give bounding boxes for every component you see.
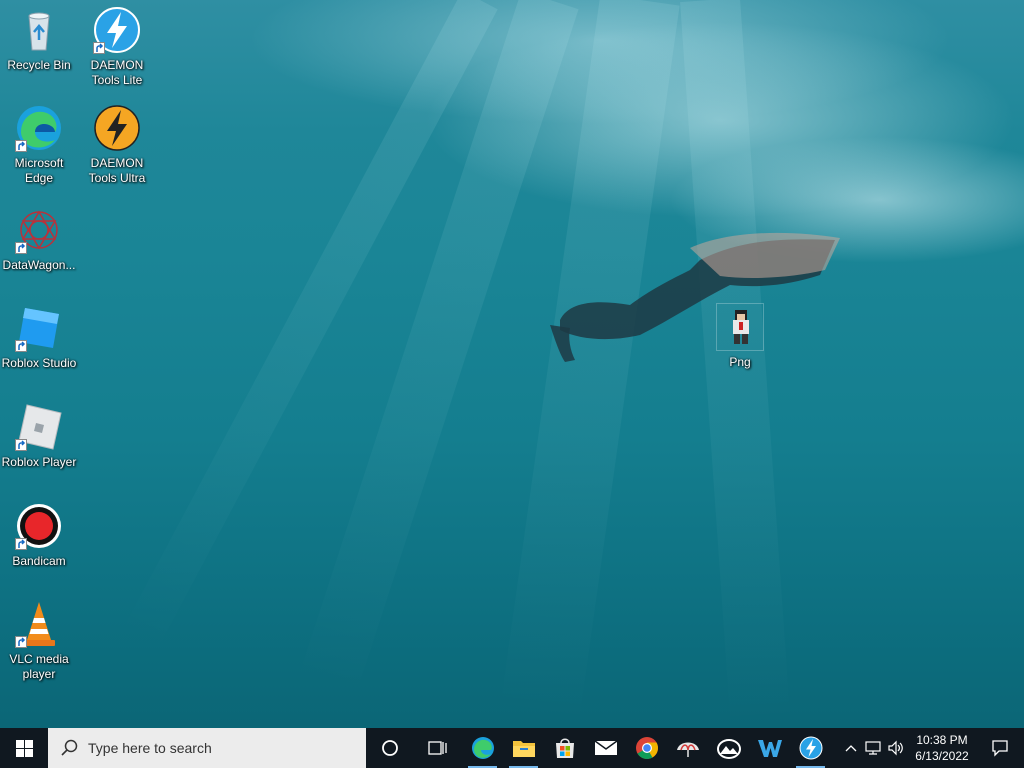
photos-icon — [716, 739, 741, 759]
chrome-icon — [635, 737, 658, 759]
app-w-icon — [757, 740, 782, 757]
app-icon — [676, 742, 699, 757]
show-hidden-icons-button[interactable] — [840, 728, 862, 768]
taskbar-app-w[interactable] — [749, 728, 790, 768]
shortcut-arrow-icon — [15, 140, 27, 152]
desktop-icon-png-file[interactable]: Png — [701, 303, 779, 370]
vlc-icon — [15, 600, 63, 648]
bandicam-icon — [15, 502, 63, 550]
diver-image — [550, 232, 840, 362]
taskbar-search-box[interactable]: Type here to search — [48, 728, 366, 768]
taskbar-clock[interactable]: 10:38 PM 6/13/2022 — [908, 728, 976, 768]
start-button[interactable] — [0, 728, 48, 768]
speaker-icon — [888, 740, 903, 756]
search-placeholder: Type here to search — [88, 740, 212, 756]
taskbar: Type here to search 10:38 PM 6/13/2022 — [0, 728, 1024, 768]
shortcut-arrow-icon — [15, 340, 27, 352]
desktop-icon-roblox-studio[interactable]: Roblox Studio — [0, 304, 78, 371]
desktop-icon-vlc[interactable]: VLC media player — [0, 600, 78, 682]
shortcut-arrow-icon — [15, 636, 27, 648]
desktop-icon-roblox-player[interactable]: Roblox Player — [0, 403, 78, 470]
desktop-wallpaper: Recycle Bin Microsoft Edge DataWagon... … — [0, 0, 1024, 728]
taskbar-app-umbrella[interactable] — [667, 728, 708, 768]
daemon-tools-lite-icon — [93, 6, 141, 54]
taskbar-app-mail[interactable] — [585, 728, 626, 768]
search-icon — [61, 739, 78, 756]
chevron-up-icon — [845, 745, 857, 752]
task-view-button[interactable] — [414, 728, 462, 768]
edge-icon — [15, 104, 63, 152]
desktop-icon-edge[interactable]: Microsoft Edge — [0, 104, 78, 186]
clock-date: 6/13/2022 — [915, 749, 969, 763]
shortcut-arrow-icon — [93, 42, 105, 54]
roblox-player-icon — [15, 403, 63, 451]
edge-icon — [471, 737, 494, 759]
cortana-button[interactable] — [366, 728, 414, 768]
shortcut-arrow-icon — [15, 538, 27, 550]
desktop-icon-datawagon[interactable]: DataWagon... — [0, 206, 78, 273]
mail-icon — [594, 740, 617, 755]
taskbar-app-edge[interactable] — [462, 728, 503, 768]
roblox-studio-icon — [15, 304, 63, 352]
windows-logo-icon — [15, 739, 33, 757]
network-button[interactable] — [862, 728, 884, 768]
notification-icon — [992, 740, 1008, 757]
daemon-tools-icon — [799, 736, 822, 760]
action-center-button[interactable] — [976, 728, 1024, 768]
datawagon-icon — [15, 206, 63, 254]
microsoft-store-icon — [555, 738, 574, 758]
desktop-icon-recycle-bin[interactable]: Recycle Bin — [0, 6, 78, 73]
desktop-icon-bandicam[interactable]: Bandicam — [0, 502, 78, 569]
volume-button[interactable] — [884, 728, 908, 768]
clock-time: 10:38 PM — [916, 733, 968, 747]
taskbar-app-microsoft-store[interactable] — [544, 728, 585, 768]
cortana-icon — [382, 740, 398, 756]
png-file-icon — [716, 303, 764, 351]
recycle-bin-icon — [15, 6, 63, 54]
taskbar-app-file-explorer[interactable] — [503, 728, 544, 768]
file-explorer-icon — [512, 741, 535, 757]
network-icon — [865, 741, 881, 755]
taskbar-app-photos[interactable] — [708, 728, 749, 768]
shortcut-arrow-icon — [15, 242, 27, 254]
daemon-tools-ultra-icon — [93, 104, 141, 152]
task-view-icon — [428, 741, 447, 755]
taskbar-app-daemon-tools[interactable] — [790, 728, 831, 768]
desktop-icon-daemon-tools-lite[interactable]: DAEMON Tools Lite — [78, 6, 156, 88]
shortcut-arrow-icon — [15, 439, 27, 451]
desktop-icon-daemon-tools-ultra[interactable]: DAEMON Tools Ultra — [78, 104, 156, 186]
system-tray: 10:38 PM 6/13/2022 — [840, 728, 1024, 768]
taskbar-app-chrome[interactable] — [626, 728, 667, 768]
